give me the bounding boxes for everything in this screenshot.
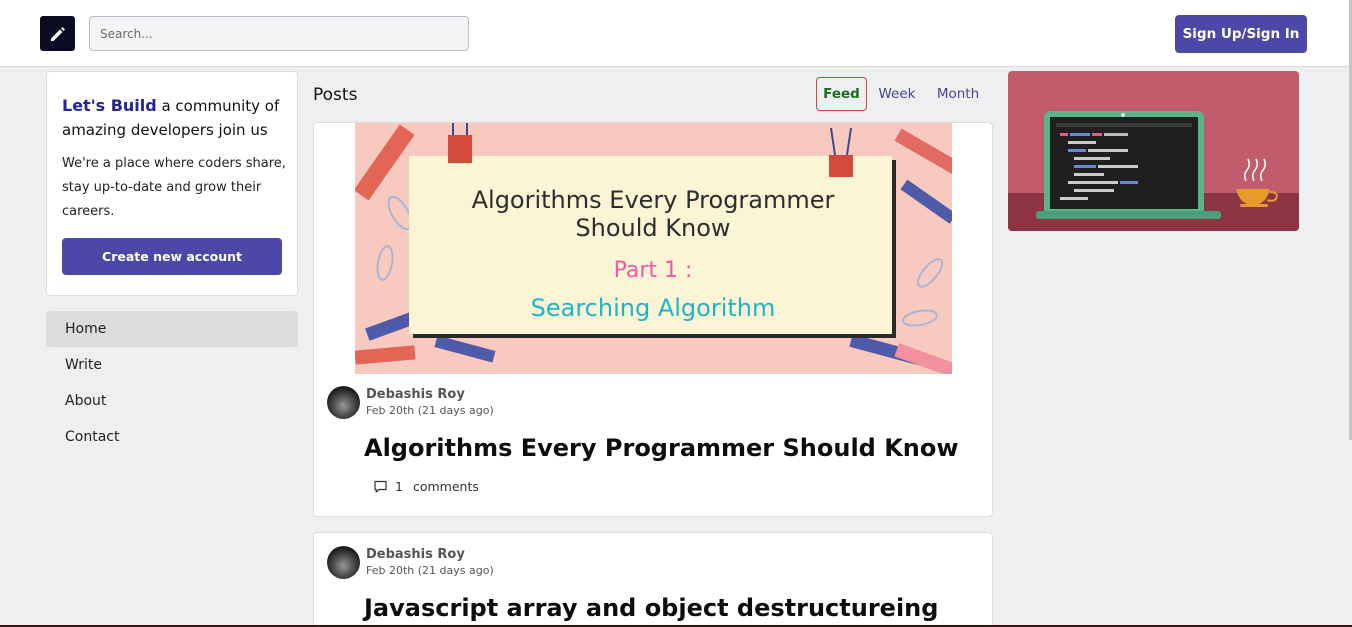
sidebar-banner-image[interactable] (1008, 71, 1299, 231)
tab-week[interactable]: Week (872, 77, 922, 111)
create-account-button[interactable]: Create new account (62, 238, 282, 275)
post-card[interactable]: Debashis Roy Feb 20th (21 days ago) Java… (313, 532, 993, 627)
logo[interactable] (40, 16, 75, 51)
pencil-icon (50, 26, 65, 41)
intro-card: Let's Build a community of amazing devel… (46, 71, 298, 296)
comment-count: 1 (395, 479, 403, 494)
sidebar-item-contact[interactable]: Contact (46, 419, 298, 455)
top-navbar: Sign Up/Sign In (0, 0, 1352, 67)
cover-subtitle: Searching Algorithm (531, 294, 776, 322)
post-card[interactable]: Algorithms Every Programmer Should Know … (313, 122, 993, 517)
comment-icon (374, 480, 387, 493)
post-author[interactable]: Debashis Roy (366, 547, 465, 562)
intro-headline: Let's Build a community of amazing devel… (62, 94, 282, 142)
cover-part-label: Part 1 : (614, 258, 693, 283)
sidebar-item-write[interactable]: Write (46, 347, 298, 383)
intro-description: We're a place where coders share, stay u… (62, 156, 286, 219)
avatar[interactable] (327, 546, 360, 579)
post-title[interactable]: Javascript array and object destructurei… (364, 594, 938, 622)
sidebar-item-home[interactable]: Home (46, 311, 298, 347)
cover-title-line1: Algorithms Every Programmer (472, 186, 835, 214)
avatar[interactable] (327, 386, 360, 419)
sidebar-nav: Home Write About Contact (46, 311, 298, 455)
tab-month[interactable]: Month (930, 77, 986, 111)
cover-title-line2: Should Know (575, 214, 730, 242)
search-input[interactable] (89, 16, 469, 51)
post-date: Feb 20th (21 days ago) (366, 404, 494, 417)
brand-text: Let's Build (62, 96, 157, 115)
posts-heading: Posts (313, 85, 358, 105)
post-date: Feb 20th (21 days ago) (366, 564, 494, 577)
tab-feed[interactable]: Feed (816, 77, 867, 111)
sign-in-button[interactable]: Sign Up/Sign In (1175, 15, 1307, 53)
post-comments[interactable]: 1 comments (373, 479, 479, 494)
post-author[interactable]: Debashis Roy (366, 387, 465, 402)
post-title[interactable]: Algorithms Every Programmer Should Know (364, 434, 959, 462)
post-cover-image[interactable]: Algorithms Every Programmer Should Know … (355, 123, 952, 374)
sidebar-item-about[interactable]: About (46, 383, 298, 419)
comment-label: comments (412, 479, 479, 494)
